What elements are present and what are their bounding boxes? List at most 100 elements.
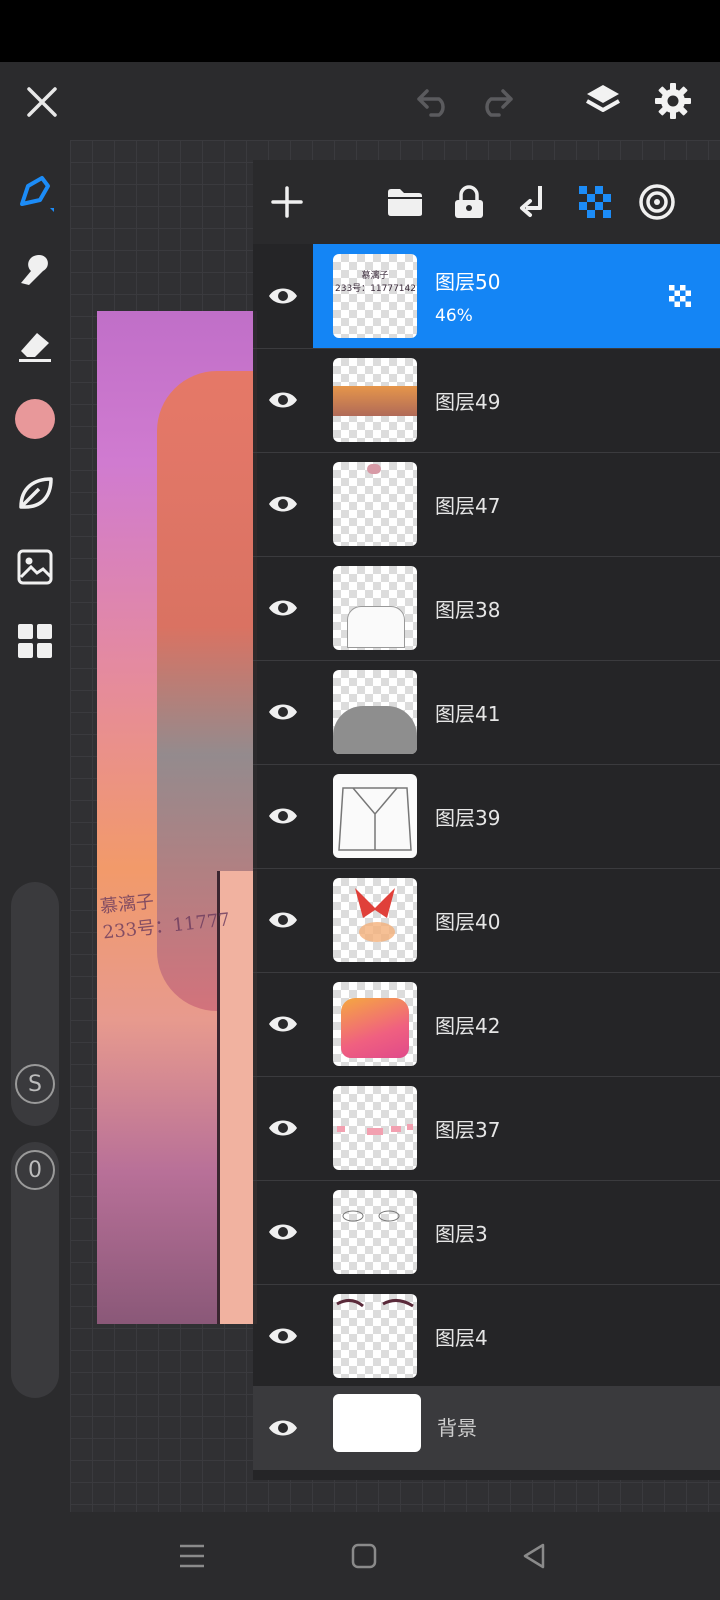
layer-name: 图层47 bbox=[435, 494, 501, 518]
eye-icon bbox=[269, 496, 297, 512]
layer-info[interactable]: 图层38 bbox=[313, 556, 720, 660]
layer-row[interactable]: 图层42 bbox=[253, 972, 720, 1077]
layer-row[interactable]: 图层4 bbox=[253, 1284, 720, 1389]
layers-panel: 慕漓子 233号：11777142 图层50 46% 图层49 图层47 图层3… bbox=[253, 160, 720, 1480]
artwork-figure bbox=[217, 871, 257, 1324]
eye-icon bbox=[269, 1120, 297, 1136]
layer-row[interactable]: 图层49 bbox=[253, 348, 720, 453]
layer-thumbnail bbox=[333, 566, 417, 650]
status-bar bbox=[0, 0, 720, 62]
layer-name: 图层49 bbox=[435, 390, 501, 414]
layer-name: 图层38 bbox=[435, 598, 501, 622]
close-icon[interactable] bbox=[20, 80, 64, 124]
eye-icon bbox=[269, 808, 297, 824]
layer-row[interactable]: 图层3 bbox=[253, 1180, 720, 1285]
layer-info[interactable]: 图层4 bbox=[313, 1284, 720, 1388]
layer-thumbnail: 慕漓子 233号：11777142 bbox=[333, 254, 417, 338]
grid-icon[interactable] bbox=[12, 618, 58, 664]
layer-thumbnail bbox=[333, 1294, 417, 1378]
layer-row[interactable]: 图层38 bbox=[253, 556, 720, 661]
merge-down-icon[interactable] bbox=[511, 180, 555, 224]
folder-icon[interactable] bbox=[383, 180, 427, 224]
eye-icon bbox=[269, 704, 297, 720]
eraser-icon[interactable] bbox=[12, 322, 58, 368]
lock-icon[interactable] bbox=[447, 180, 491, 224]
layer-info[interactable]: 图层40 bbox=[313, 868, 720, 972]
brush-size-knob[interactable]: S bbox=[15, 1064, 55, 1104]
visibility-toggle[interactable] bbox=[253, 1076, 313, 1180]
visibility-toggle[interactable] bbox=[253, 1180, 313, 1284]
visibility-toggle[interactable] bbox=[253, 452, 313, 556]
layer-row[interactable]: 图层41 bbox=[253, 660, 720, 765]
layer-thumbnail bbox=[333, 462, 417, 546]
visibility-toggle[interactable] bbox=[253, 1386, 313, 1470]
layer-name: 图层40 bbox=[435, 910, 501, 934]
layer-row[interactable]: 图层37 bbox=[253, 1076, 720, 1181]
brush-opacity-label: 0 bbox=[28, 1157, 42, 1183]
leaf-icon[interactable] bbox=[12, 470, 58, 516]
blend-mode-icon[interactable] bbox=[668, 284, 692, 312]
smudge-icon[interactable] bbox=[12, 246, 58, 292]
brush-size-slider[interactable]: S bbox=[11, 882, 59, 1126]
redo-icon[interactable] bbox=[474, 80, 518, 124]
layer-name: 图层42 bbox=[435, 1014, 501, 1038]
layer-name: 图层50 bbox=[435, 270, 501, 294]
visibility-toggle[interactable] bbox=[253, 868, 313, 972]
pen-icon[interactable] bbox=[12, 170, 58, 216]
brush-opacity-slider[interactable]: 0 bbox=[11, 1142, 59, 1398]
layer-thumbnail bbox=[333, 774, 417, 858]
ring-icon[interactable] bbox=[635, 180, 679, 224]
visibility-toggle[interactable] bbox=[253, 348, 313, 452]
background-layer-name: 背景 bbox=[437, 1416, 477, 1440]
background-thumbnail bbox=[333, 1394, 421, 1452]
layer-row[interactable]: 图层40 bbox=[253, 868, 720, 973]
brush-size-label: S bbox=[28, 1071, 42, 1097]
layer-thumbnail bbox=[333, 358, 417, 442]
layer-info[interactable]: 图层42 bbox=[313, 972, 720, 1076]
image-import-icon[interactable] bbox=[12, 544, 58, 590]
layer-thumbnail bbox=[333, 1086, 417, 1170]
layer-info[interactable]: 慕漓子 233号：11777142 图层50 46% bbox=[313, 244, 720, 348]
eye-icon bbox=[269, 1224, 297, 1240]
eye-icon bbox=[269, 1328, 297, 1344]
system-navbar bbox=[0, 1512, 720, 1600]
undo-icon[interactable] bbox=[412, 80, 456, 124]
top-toolbar bbox=[0, 62, 720, 140]
layer-info[interactable]: 图层3 bbox=[313, 1180, 720, 1284]
checker-icon[interactable] bbox=[573, 180, 617, 224]
color-swatch[interactable] bbox=[12, 396, 58, 442]
gear-icon[interactable] bbox=[650, 78, 696, 124]
layer-info[interactable]: 图层41 bbox=[313, 660, 720, 764]
brush-opacity-knob[interactable]: 0 bbox=[15, 1150, 55, 1190]
visibility-toggle[interactable] bbox=[253, 660, 313, 764]
layer-name: 图层3 bbox=[435, 1222, 488, 1246]
layer-thumbnail bbox=[333, 878, 417, 962]
background-layer-row[interactable]: 背景 bbox=[253, 1386, 720, 1470]
menu-icon[interactable] bbox=[170, 1534, 214, 1578]
visibility-toggle[interactable] bbox=[253, 556, 313, 660]
layer-info[interactable]: 图层39 bbox=[313, 764, 720, 868]
layers-toolbar bbox=[253, 160, 720, 244]
visibility-toggle[interactable] bbox=[253, 972, 313, 1076]
layer-row[interactable]: 慕漓子 233号：11777142 图层50 46% bbox=[253, 244, 720, 349]
visibility-toggle[interactable] bbox=[253, 1284, 313, 1388]
layer-info[interactable]: 图层47 bbox=[313, 452, 720, 556]
layer-name: 图层41 bbox=[435, 702, 501, 726]
layer-info[interactable]: 图层49 bbox=[313, 348, 720, 452]
home-icon[interactable] bbox=[342, 1534, 386, 1578]
plus-icon[interactable] bbox=[265, 180, 309, 224]
layer-name: 图层4 bbox=[435, 1326, 488, 1350]
layer-row[interactable]: 图层39 bbox=[253, 764, 720, 869]
layer-info[interactable]: 图层37 bbox=[313, 1076, 720, 1180]
tool-sidebar: S 0 bbox=[0, 140, 70, 1512]
eye-icon bbox=[269, 600, 297, 616]
layer-opacity: 46% bbox=[435, 306, 473, 326]
visibility-toggle[interactable] bbox=[253, 244, 313, 348]
layer-thumbnail bbox=[333, 982, 417, 1066]
artwork: 慕漓子 233号：11777 bbox=[97, 311, 257, 1324]
layer-thumbnail bbox=[333, 1190, 417, 1274]
layer-row[interactable]: 图层47 bbox=[253, 452, 720, 557]
visibility-toggle[interactable] bbox=[253, 764, 313, 868]
back-icon[interactable] bbox=[512, 1534, 556, 1578]
layers-icon[interactable] bbox=[580, 78, 626, 124]
